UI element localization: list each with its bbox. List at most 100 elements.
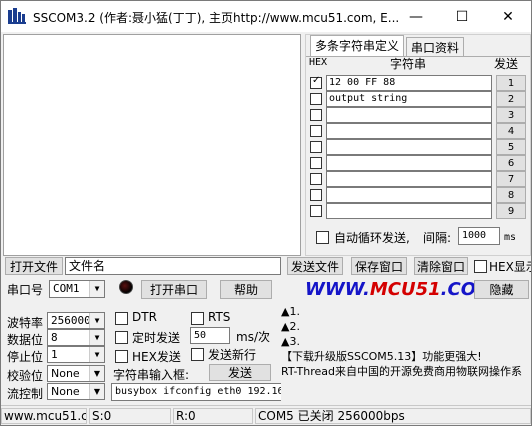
baud-value: 256000 — [51, 314, 91, 327]
row-send-button[interactable]: 3 — [496, 107, 526, 123]
header-string: 字符串 — [390, 57, 427, 71]
row-send-button[interactable]: 2 — [496, 91, 526, 107]
parity-select[interactable]: None ▼ — [47, 365, 105, 382]
close-button[interactable]: ✕ — [485, 1, 531, 32]
send-file-button[interactable]: 发送文件 — [287, 257, 343, 275]
flow-select[interactable]: None ▼ — [47, 383, 105, 400]
dtr-label: DTR — [132, 310, 157, 324]
auto-loop-checkbox[interactable] — [316, 231, 329, 244]
auto-loop-label: 自动循环发送, — [334, 231, 410, 245]
stopbits-label: 停止位 — [7, 350, 44, 364]
rts-checkbox[interactable] — [191, 312, 204, 325]
chevron-down-icon: ▼ — [89, 384, 104, 399]
databits-select[interactable]: 8 ▼ — [47, 329, 105, 346]
hex-display-checkbox[interactable] — [474, 260, 487, 273]
info-line-1: ▲1. — [281, 305, 300, 318]
hex-display-label: HEX显示 — [489, 260, 531, 274]
port-label: 串口号 — [7, 283, 44, 297]
port-status-led-icon — [119, 280, 133, 294]
string-row: 7 — [306, 171, 530, 187]
open-file-button[interactable]: 打开文件 — [5, 257, 63, 275]
chevron-down-icon: ▼ — [89, 281, 104, 297]
filename-input[interactable]: 文件名 — [65, 257, 281, 275]
save-window-button[interactable]: 保存窗口 — [351, 257, 407, 275]
minimize-button[interactable]: — — [393, 1, 439, 32]
hide-button[interactable]: 隐藏 — [474, 280, 529, 299]
row-send-button[interactable]: 4 — [496, 123, 526, 139]
row-hex-checkbox[interactable] — [310, 189, 322, 201]
row-string-input[interactable] — [326, 171, 492, 187]
row-hex-checkbox[interactable] — [310, 93, 322, 105]
interval-label: 间隔: — [423, 231, 452, 245]
rt-thread-link[interactable]: RT-Thread来自中国的开源免费商用物联网操作系 — [281, 364, 531, 379]
row-string-input[interactable]: output string — [326, 91, 492, 107]
send-button[interactable]: 发送 — [209, 364, 271, 381]
receive-textarea[interactable] — [3, 34, 301, 256]
row-string-input[interactable]: 12 00 FF 88 — [326, 75, 492, 91]
row-string-input[interactable] — [326, 155, 492, 171]
row-string-input[interactable] — [326, 107, 492, 123]
string-row: output string 2 — [306, 91, 530, 107]
dtr-checkbox[interactable] — [115, 312, 128, 325]
string-row: 9 — [306, 203, 530, 219]
app-icon — [8, 8, 26, 24]
status-sent: S:0 — [89, 408, 171, 424]
row-string-input[interactable] — [326, 203, 492, 219]
open-port-button[interactable]: 打开串口 — [141, 280, 207, 299]
info-line-2: ▲2. — [281, 320, 300, 333]
tab-port-info[interactable]: 串口资料 — [406, 37, 465, 56]
row-send-button[interactable]: 1 — [496, 75, 526, 91]
row-hex-checkbox[interactable] — [310, 173, 322, 185]
string-row: 12 00 FF 881 — [306, 75, 530, 91]
row-string-input[interactable] — [326, 139, 492, 155]
row-hex-checkbox[interactable] — [310, 157, 322, 169]
status-received: R:0 — [173, 408, 253, 424]
parity-label: 校验位 — [7, 369, 44, 383]
input-label: 字符串输入框: — [113, 368, 190, 382]
title-bar: SSCOM3.2 (作者:聂小猛(丁丁), 主页http://www.mcu51… — [1, 1, 531, 32]
row-send-button[interactable]: 5 — [496, 139, 526, 155]
databits-value: 8 — [51, 331, 58, 344]
website-logo[interactable]: WWW.MCU51.COM — [305, 279, 494, 300]
interval-input[interactable]: 1000 — [458, 227, 500, 245]
status-bar: www.mcu51.cor S:0 R:0 COM5 已关闭 256000bps — [1, 405, 531, 425]
row-string-input[interactable] — [326, 123, 492, 139]
help-button[interactable]: 帮助 — [220, 280, 272, 299]
stopbits-select[interactable]: 1 ▼ — [47, 346, 105, 363]
tab-multi-string[interactable]: 多条字符串定义 — [310, 35, 405, 56]
row-hex-checkbox[interactable] — [310, 75, 322, 89]
maximize-button[interactable]: ☐ — [439, 1, 485, 32]
port-select[interactable]: COM1 ▼ — [49, 280, 105, 298]
row-send-button[interactable]: 6 — [496, 155, 526, 171]
clear-window-button[interactable]: 清除窗口 — [414, 257, 468, 275]
chevron-down-icon: ▼ — [89, 330, 104, 345]
logo-left: WWW. — [305, 279, 370, 300]
send-newline-checkbox[interactable] — [191, 348, 204, 361]
row-hex-checkbox[interactable] — [310, 205, 322, 217]
row-send-button[interactable]: 9 — [496, 203, 526, 219]
flow-label: 流控制 — [7, 387, 44, 401]
row-hex-checkbox[interactable] — [310, 125, 322, 137]
row-string-input[interactable] — [326, 187, 492, 203]
baud-select[interactable]: 256000 ▼ — [47, 312, 105, 329]
rts-label: RTS — [208, 310, 231, 324]
baud-label: 波特率 — [7, 316, 44, 330]
databits-label: 数据位 — [7, 333, 44, 347]
row-send-button[interactable]: 7 — [496, 171, 526, 187]
string-row: 3 — [306, 107, 530, 123]
timed-unit: ms/次 — [236, 330, 270, 344]
timed-interval-input[interactable]: 50 — [190, 327, 230, 344]
port-select-value: COM1 — [53, 282, 80, 295]
multi-string-panel: 多条字符串定义 串口资料 HEX 字符串 发送 12 00 FF 881outp… — [305, 34, 531, 256]
row-hex-checkbox[interactable] — [310, 109, 322, 121]
timed-send-label: 定时发送 — [132, 331, 181, 345]
timed-send-checkbox[interactable] — [115, 331, 128, 344]
download-link[interactable]: 【下载升级版SSCOM5.13】功能更强大! — [281, 349, 531, 364]
interval-unit: ms — [504, 232, 517, 243]
hex-send-checkbox[interactable] — [115, 350, 128, 363]
header-send: 发送 — [494, 57, 519, 71]
row-send-button[interactable]: 8 — [496, 187, 526, 203]
close-icon: ✕ — [502, 8, 514, 25]
row-hex-checkbox[interactable] — [310, 141, 322, 153]
flow-value: None — [51, 385, 80, 398]
